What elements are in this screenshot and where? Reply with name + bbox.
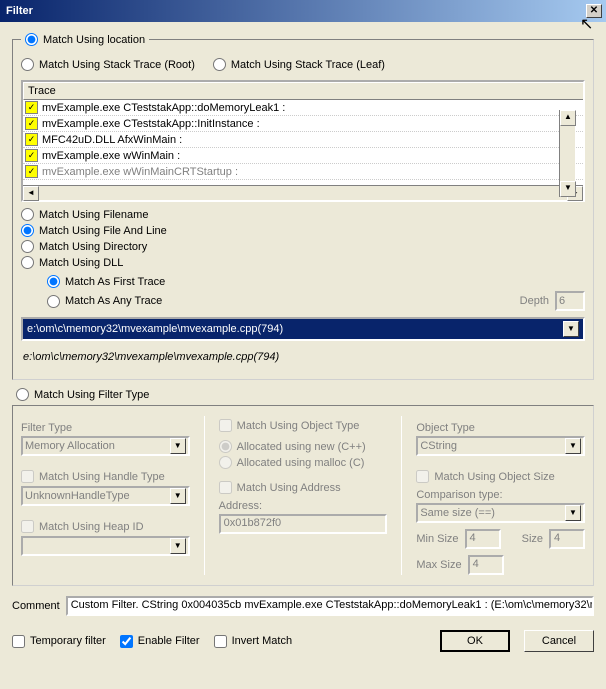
match-file-line-radio[interactable]: Match Using File And Line	[21, 224, 585, 237]
match-stack-root-radio[interactable]: Match Using Stack Trace (Root)	[21, 58, 195, 71]
match-handle-type-check[interactable]: Match Using Handle Type	[21, 470, 190, 483]
min-size-label: Min Size	[416, 533, 458, 545]
trace-row[interactable]: ✓mvExample.exe CTeststakApp::doMemoryLea…	[23, 100, 583, 116]
heap-id-select[interactable]: ▼	[21, 536, 190, 556]
title-bar: Filter ✕	[0, 0, 606, 22]
handle-type-select[interactable]: UnknownHandleType▼	[21, 486, 190, 506]
scroll-down-icon[interactable]: ▼	[560, 181, 576, 197]
trace-check-icon[interactable]: ✓	[25, 117, 38, 130]
match-location-radio[interactable]: Match Using location	[25, 33, 145, 46]
max-size-label: Max Size	[416, 559, 461, 571]
vertical-scrollbar[interactable]: ▲ ▼	[559, 110, 575, 197]
filter-type-select[interactable]: Memory Allocation▼	[21, 436, 190, 456]
max-size-input[interactable]: 4	[468, 555, 504, 575]
comment-label: Comment	[12, 600, 60, 612]
depth-input[interactable]	[555, 291, 585, 311]
chevron-down-icon[interactable]: ▼	[565, 438, 581, 454]
trace-listbox[interactable]: Trace ✓mvExample.exe CTeststakApp::doMem…	[21, 80, 585, 202]
chevron-down-icon[interactable]: ▼	[565, 505, 581, 521]
match-filename-radio[interactable]: Match Using Filename	[21, 208, 585, 221]
trace-check-icon[interactable]: ✓	[25, 101, 38, 114]
trace-row[interactable]: ✓mvExample.exe wWinMainCRTStartup :	[23, 164, 583, 180]
trace-check-icon[interactable]: ✓	[25, 165, 38, 178]
alloc-malloc-radio[interactable]: Allocated using malloc (C)	[219, 456, 388, 469]
trace-row[interactable]: ✓mvExample.exe CTeststakApp::InitInstanc…	[23, 116, 583, 132]
trace-row[interactable]: ✓mvExample.exe wWinMain :	[23, 148, 583, 164]
depth-label: Depth	[520, 295, 549, 307]
cancel-button[interactable]: Cancel	[524, 630, 594, 652]
chevron-down-icon[interactable]: ▼	[170, 438, 186, 454]
scroll-left-icon[interactable]: ◄	[23, 186, 39, 201]
address-input[interactable]: 0x01b872f0	[219, 514, 388, 534]
match-object-size-check[interactable]: Match Using Object Size	[416, 470, 585, 483]
window-title: Filter	[6, 5, 586, 17]
min-size-input[interactable]: 4	[465, 529, 501, 549]
ok-button[interactable]: OK	[440, 630, 510, 652]
comparison-select[interactable]: Same size (==)▼	[416, 503, 585, 523]
path-readout: e:\om\c\memory32\mvexample\mvexample.cpp…	[23, 351, 583, 363]
temporary-filter-check[interactable]: Temporary filter	[12, 635, 106, 648]
match-location-group: Match Using location Match Using Stack T…	[12, 30, 594, 380]
match-address-check[interactable]: Match Using Address	[219, 481, 388, 494]
match-directory-radio[interactable]: Match Using Directory	[21, 240, 585, 253]
chevron-down-icon[interactable]: ▼	[170, 538, 186, 554]
address-label: Address:	[219, 500, 388, 512]
trace-check-icon[interactable]: ✓	[25, 149, 38, 162]
trace-row[interactable]: ✓MFC42uD.DLL AfxWinMain :	[23, 132, 583, 148]
trace-check-icon[interactable]: ✓	[25, 133, 38, 146]
match-stack-leaf-radio[interactable]: Match Using Stack Trace (Leaf)	[213, 58, 385, 71]
chevron-down-icon[interactable]: ▼	[170, 488, 186, 504]
match-dll-radio[interactable]: Match Using DLL	[21, 256, 585, 269]
size-label: Size	[522, 533, 543, 545]
comment-input[interactable]: Custom Filter. CString 0x004035cb mvExam…	[66, 596, 594, 616]
close-button[interactable]: ✕	[586, 4, 602, 18]
match-any-trace-radio[interactable]: Match As Any Trace	[47, 295, 520, 308]
match-object-type-check[interactable]: Match Using Object Type	[219, 419, 388, 432]
horizontal-scrollbar[interactable]: ◄ ►	[23, 185, 583, 200]
comparison-label: Comparison type:	[416, 489, 585, 501]
invert-match-check[interactable]: Invert Match	[214, 635, 293, 648]
match-filter-type-radio[interactable]: Match Using Filter Type	[16, 388, 594, 401]
match-first-trace-radio[interactable]: Match As First Trace	[47, 275, 585, 288]
trace-header: Trace	[23, 82, 583, 100]
match-heap-id-check[interactable]: Match Using Heap ID	[21, 520, 190, 533]
object-type-label: Object Type	[416, 422, 585, 434]
enable-filter-check[interactable]: Enable Filter	[120, 635, 200, 648]
chevron-down-icon[interactable]: ▼	[563, 321, 579, 337]
path-dropdown[interactable]: e:\om\c\memory32\mvexample\mvexample.cpp…	[21, 317, 585, 341]
object-type-select[interactable]: CString▼	[416, 436, 585, 456]
filter-type-label: Filter Type	[21, 422, 190, 434]
scroll-up-icon[interactable]: ▲	[560, 110, 576, 126]
alloc-new-radio[interactable]: Allocated using new (C++)	[219, 440, 388, 453]
size-input[interactable]: 4	[549, 529, 585, 549]
